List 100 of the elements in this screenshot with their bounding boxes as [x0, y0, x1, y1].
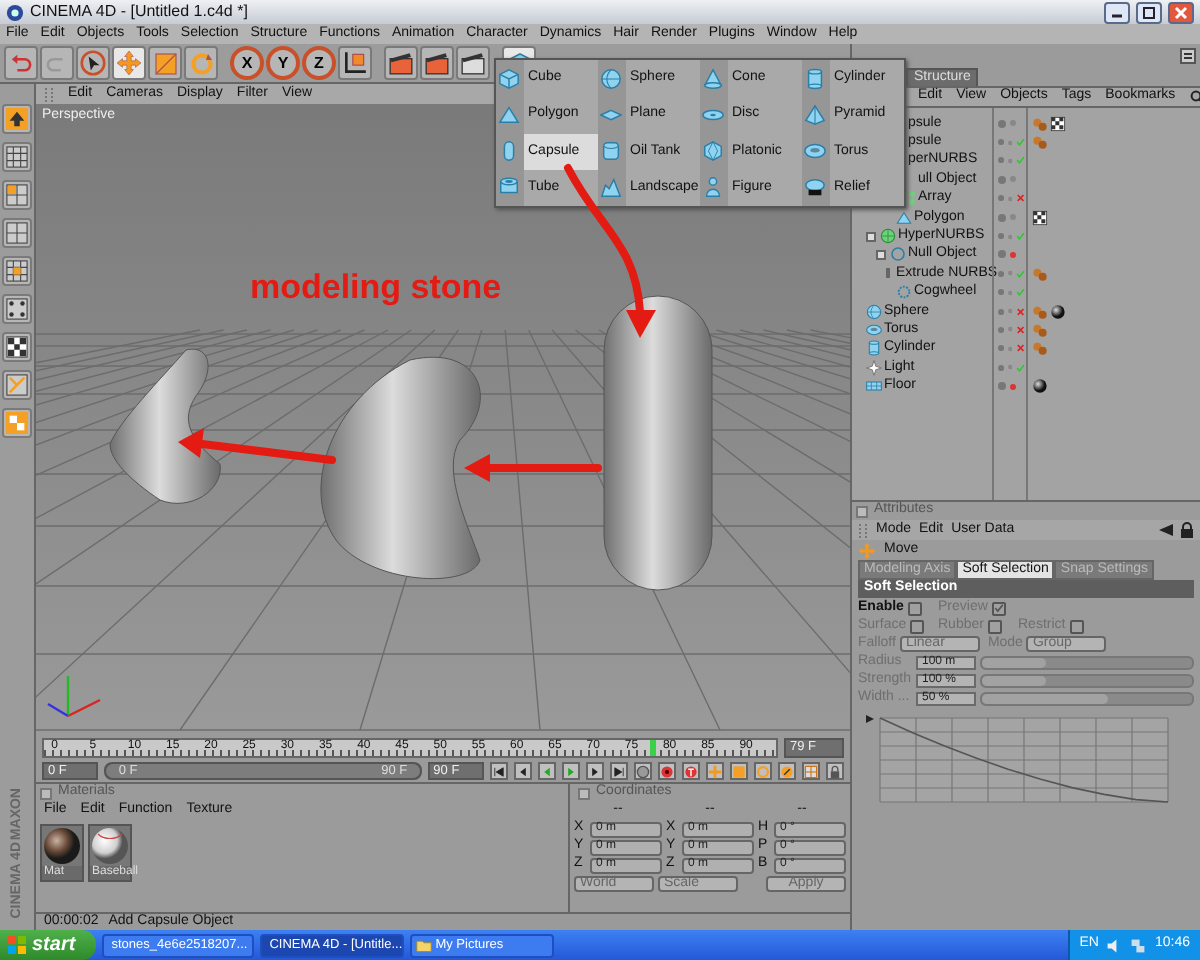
dots-tool-button[interactable] [2, 294, 32, 324]
render-picture-button[interactable] [420, 46, 454, 80]
slider-fill[interactable] [982, 676, 1045, 686]
capsule-shape[interactable] [603, 295, 713, 591]
move-key-button[interactable] [705, 762, 724, 780]
sphere-icon [600, 67, 622, 90]
grid-icon [6, 184, 28, 206]
play-backward-icon [539, 763, 554, 779]
arrow-tool-button[interactable] [2, 104, 32, 134]
visibility-dot-icon[interactable] [1010, 251, 1016, 258]
move-icon [116, 50, 142, 76]
material-preview-icon [42, 826, 82, 866]
back-arrow-icon[interactable] [1158, 522, 1174, 538]
panel-icon [40, 787, 52, 799]
windows-flag-icon [8, 936, 26, 954]
move-button[interactable] [112, 46, 146, 80]
checkbox[interactable] [907, 601, 922, 615]
record-button[interactable] [657, 762, 676, 780]
close-button[interactable] [1168, 1, 1194, 23]
move-icon [858, 541, 876, 559]
ball-icon[interactable] [1032, 378, 1048, 395]
grid-button[interactable] [801, 762, 820, 780]
parameter-key-button[interactable] [777, 762, 796, 780]
dot-icon [998, 382, 1006, 391]
spheres-icon[interactable] [1032, 265, 1048, 282]
minimize-button[interactable] [1104, 1, 1130, 23]
first-frame-icon [491, 763, 506, 779]
visibility-dot-icon[interactable] [1010, 383, 1016, 390]
render-settings-button[interactable] [456, 46, 490, 80]
clapper-icon [388, 50, 414, 76]
keyframe-button[interactable] [681, 762, 700, 780]
triangle-icon [896, 209, 912, 226]
dot-icon [998, 175, 1006, 184]
checker-icon[interactable] [1050, 115, 1066, 132]
relief-icon [804, 176, 826, 199]
cross-icon[interactable] [1016, 342, 1026, 355]
rotate-button[interactable] [184, 46, 218, 80]
axis-button[interactable]: Y [266, 46, 300, 80]
checker-icon [6, 336, 28, 358]
sphere-icon [866, 303, 882, 320]
ball-icon[interactable] [1050, 303, 1066, 320]
scale-key-button[interactable] [729, 762, 748, 780]
ring-icon [890, 246, 906, 263]
render-view-button[interactable] [384, 46, 418, 80]
last-frame-button[interactable] [609, 762, 628, 780]
star-icon [866, 359, 882, 376]
keyframe-icon [683, 763, 698, 779]
grid-tool-button[interactable] [2, 180, 32, 210]
record-button[interactable] [633, 762, 652, 780]
slider-fill[interactable] [982, 658, 1045, 668]
scale-button[interactable] [148, 46, 182, 80]
axis-button[interactable]: X [230, 46, 264, 80]
lock-button[interactable] [825, 762, 844, 780]
cross-icon[interactable] [1016, 305, 1026, 318]
check-icon[interactable] [1016, 267, 1026, 280]
clapper-icon [460, 50, 486, 76]
cube-icon [498, 67, 520, 90]
move-key-icon [707, 763, 722, 779]
undo-button[interactable] [4, 46, 38, 80]
material-preview-icon [90, 826, 130, 866]
rotate-key-button[interactable] [753, 762, 772, 780]
cubes-tool-button[interactable] [2, 408, 32, 438]
kidney-shape[interactable] [320, 356, 481, 580]
grid-tool-button[interactable] [2, 142, 32, 172]
app-logo-icon [6, 3, 24, 21]
network-icon[interactable] [1130, 937, 1147, 953]
coordinate-system-button[interactable] [338, 46, 372, 80]
checker-icon[interactable] [1032, 209, 1048, 226]
axis-button[interactable]: Z [302, 46, 336, 80]
grid-tool-button[interactable] [2, 256, 32, 286]
checker-tool-button[interactable] [2, 332, 32, 362]
pyramid-icon [804, 103, 826, 126]
window-title: CINEMA 4D - [Untitled 1.c4d *] [30, 2, 248, 22]
maximize-button[interactable] [1136, 1, 1162, 23]
lock-icon[interactable] [1180, 522, 1194, 538]
lock-icon [827, 763, 842, 779]
dot-icon [998, 250, 1006, 259]
cylinder-icon [804, 67, 826, 90]
next-frame-button[interactable] [585, 762, 604, 780]
check-icon[interactable] [1016, 286, 1026, 299]
boomerang-shape[interactable] [109, 348, 221, 504]
cross-icon[interactable] [1016, 192, 1026, 205]
slider-fill[interactable] [982, 694, 1108, 704]
polyhedron-icon [702, 140, 724, 163]
check-icon[interactable] [1016, 230, 1026, 243]
close-icon [1172, 3, 1190, 21]
select-button[interactable] [76, 46, 110, 80]
grip-icon [44, 87, 54, 101]
arrow [464, 454, 602, 482]
cubes-icon [6, 412, 28, 434]
cross-icon[interactable] [1016, 323, 1026, 336]
first-frame-button[interactable] [489, 762, 508, 780]
grid-tool-button[interactable] [2, 218, 32, 248]
mountain-icon [600, 176, 622, 199]
edges-icon [6, 374, 28, 396]
play-icon [563, 763, 578, 779]
previous-frame-button[interactable] [513, 762, 532, 780]
check-icon[interactable] [1016, 154, 1026, 167]
check-icon[interactable] [1016, 361, 1026, 374]
check-icon[interactable] [1016, 136, 1026, 149]
